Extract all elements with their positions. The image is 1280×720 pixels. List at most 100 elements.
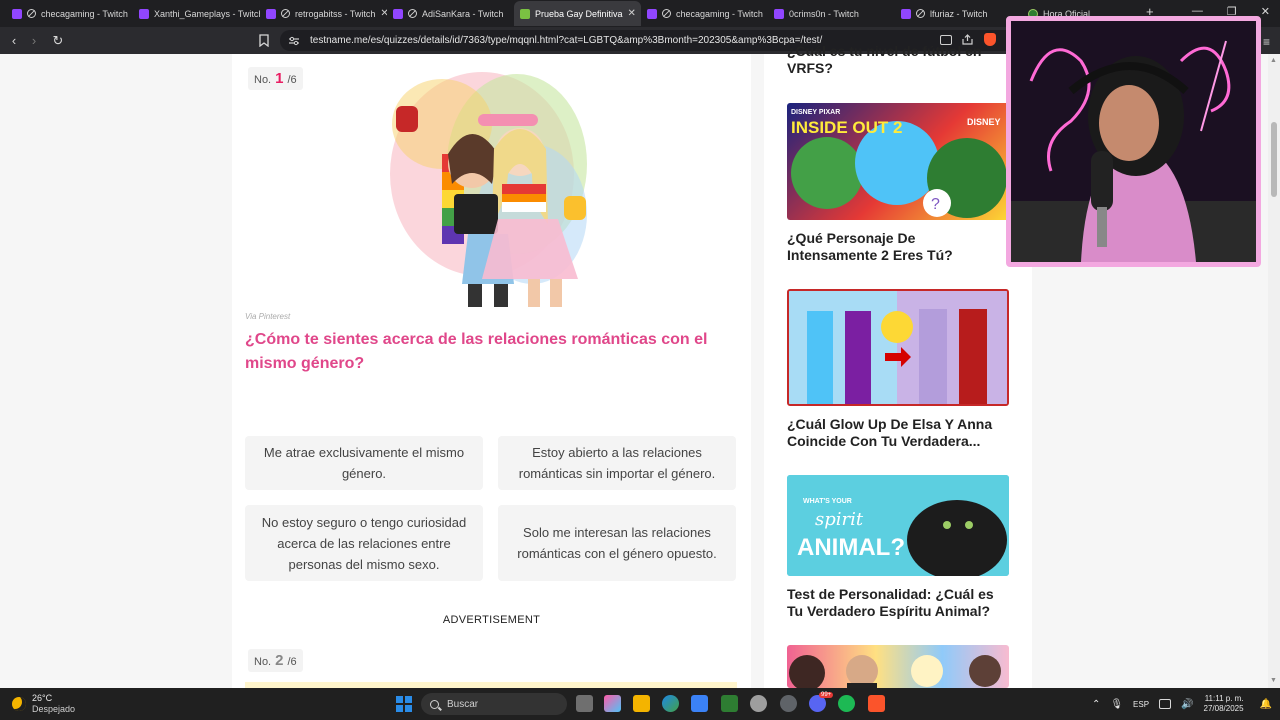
question-number: No. 1 /6	[248, 67, 303, 90]
weather-widget[interactable]: 26°C Despejado	[12, 693, 75, 715]
related-quiz-thumbnail-1[interactable]: ? DISNEY PIXAR INSIDE OUT 2 DISNEY	[787, 103, 1009, 220]
answer-option-3[interactable]: No estoy seguro o tengo curiosidad acerc…	[245, 505, 483, 581]
question-total: /6	[287, 656, 297, 668]
bookmark-icon[interactable]	[259, 34, 269, 47]
page-scrollbar[interactable]: ▲ ▼	[1268, 54, 1280, 688]
tab-adisankara[interactable]: AdiSanKara - Twitch	[387, 1, 514, 26]
answer-option-4[interactable]: Solo me interesan las relaciones románti…	[498, 505, 736, 581]
muted-speaker-icon[interactable]	[662, 9, 671, 18]
thumb-caption-line-1: WHAT'S YOUR	[803, 498, 852, 505]
muted-speaker-icon[interactable]	[281, 9, 290, 18]
muted-speaker-icon[interactable]	[27, 9, 36, 18]
question-index: 2	[275, 652, 284, 669]
forward-button[interactable]: ›	[24, 33, 44, 48]
thumb-caption-line-3: ANIMAL?	[797, 534, 905, 561]
twitch-icon	[774, 8, 784, 19]
copilot-icon[interactable]	[604, 695, 621, 712]
back-button[interactable]: ‹	[4, 33, 24, 48]
taskbar-date: 27/08/2025	[1203, 704, 1244, 713]
thumb-caption-title: INSIDE OUT 2	[791, 118, 902, 137]
close-window-button[interactable]: ✕	[1261, 5, 1270, 18]
microsoft-store-icon[interactable]	[691, 695, 708, 712]
brave-browser-icon[interactable]	[868, 695, 885, 712]
tab-label: checagaming - Twitch	[41, 8, 128, 19]
question-total: /6	[287, 74, 297, 86]
tab-retrogabitss[interactable]: retrogabitss - Twitch ✕	[260, 1, 387, 26]
tab-0crims0n[interactable]: 0crims0n - Twitch	[768, 1, 895, 26]
reload-button[interactable]: ↻	[48, 33, 68, 49]
question-index: 1	[275, 70, 284, 87]
muted-speaker-icon[interactable]	[408, 9, 417, 18]
question-text: ¿Cómo te sientes acerca de las relacione…	[245, 331, 708, 372]
microphone-icon[interactable]: 🎙	[1110, 699, 1123, 710]
question-prefix: No.	[254, 74, 272, 86]
network-icon[interactable]	[1159, 699, 1172, 709]
search-icon	[430, 699, 439, 709]
task-view-icon[interactable]	[576, 695, 593, 712]
tab-checagaming-2[interactable]: checagaming - Twitch	[641, 1, 768, 26]
file-explorer-icon[interactable]	[633, 695, 650, 712]
obs-icon[interactable]	[780, 695, 797, 712]
answer-option-1[interactable]: Me atrae exclusivamente el mismo género.	[245, 436, 483, 490]
thumb-caption-brand: DISNEY PIXAR	[791, 109, 840, 116]
tab-label: retrogabitss - Twitch	[295, 8, 376, 19]
related-quiz-title-2[interactable]: ¿Cuál Glow Up De Elsa Y Anna Coincide Co…	[787, 416, 1009, 450]
scroll-up-icon[interactable]: ▲	[1270, 57, 1277, 64]
tab-checagaming[interactable]: checagaming - Twitch	[6, 1, 133, 26]
elsa-anna-artwork	[789, 291, 1007, 404]
related-quiz-title-partial[interactable]: ¿Cuál es tu nivel de fútbol en VRFS?	[787, 43, 1009, 77]
taskbar-clock[interactable]: 11:11 p. m. 27/08/2025	[1204, 694, 1244, 714]
tab-label: checagaming - Twitch	[676, 8, 763, 19]
windows-start-icon[interactable]	[396, 696, 412, 712]
site-settings-icon[interactable]	[288, 36, 300, 46]
chevron-up-icon[interactable]: ⌃	[1092, 699, 1100, 710]
tab-xanthi[interactable]: Xanthi_Gameplays - Twitch	[133, 1, 260, 26]
notification-bell-icon[interactable]: 🔔	[1260, 699, 1272, 710]
twitch-icon	[266, 8, 276, 19]
spotify-icon[interactable]	[838, 695, 855, 712]
related-quiz-thumbnail-3[interactable]: WHAT'S YOUR spirit ANIMAL?	[787, 475, 1009, 576]
volume-icon[interactable]: 🔊	[1181, 699, 1193, 710]
language-indicator[interactable]: ESP	[1133, 700, 1149, 709]
close-tab-icon[interactable]: ✕	[628, 8, 636, 19]
tab-lfuriaz[interactable]: lfuriaz - Twitch	[895, 1, 1022, 26]
svg-text:?: ?	[931, 196, 940, 213]
tab-label: lfuriaz - Twitch	[930, 8, 988, 19]
settings-gear-icon[interactable]	[750, 695, 767, 712]
advertisement-label: ADVERTISEMENT	[442, 614, 541, 626]
tab-label: Prueba Gay Definitiva	[535, 8, 623, 19]
browser-menu-icon[interactable]: ≡	[1263, 35, 1270, 49]
answer-option-2[interactable]: Estoy abierto a las relaciones romántica…	[498, 436, 736, 490]
question-number-2: No. 2 /6	[248, 649, 303, 672]
weather-description: Despejado	[32, 704, 76, 714]
site-favicon-icon	[520, 8, 530, 19]
media-player-icon[interactable]	[721, 695, 738, 712]
twitch-icon	[393, 8, 403, 19]
system-tray: ⌃ 🎙 ESP 🔊 11:11 p. m. 27/08/2025 🔔	[1092, 688, 1280, 720]
scrollbar-thumb[interactable]	[1271, 122, 1277, 197]
scroll-down-icon[interactable]: ▼	[1270, 677, 1277, 684]
taskbar-search-box[interactable]: Buscar	[421, 693, 567, 715]
discord-notification-badge: 99+	[819, 692, 834, 698]
close-tab-icon[interactable]: ✕	[380, 8, 387, 19]
thumb-caption-brand-2: DISNEY	[967, 117, 1001, 127]
related-quiz-title-3[interactable]: Test de Personalidad: ¿Cuál es Tu Verdad…	[787, 586, 1009, 620]
muted-speaker-icon[interactable]	[916, 9, 925, 18]
taskbar-time: 11:11 p. m.	[1204, 694, 1244, 703]
related-quiz-thumbnail-2[interactable]	[787, 289, 1009, 406]
tab-prueba-gay[interactable]: Prueba Gay Definitiva ✕	[514, 1, 641, 26]
webcam-overlay	[1006, 16, 1261, 267]
twitch-icon	[12, 8, 22, 19]
related-quiz-title-1[interactable]: ¿Qué Personaje De Intensamente 2 Eres Tú…	[787, 230, 1009, 264]
related-quiz-thumbnail-4[interactable]	[787, 645, 1009, 688]
thumb-caption-line-2: spirit	[815, 509, 864, 530]
tab-label: 0crims0n - Twitch	[789, 8, 859, 19]
url-text: testname.me/es/quizzes/details/id/7363/t…	[310, 35, 823, 46]
edge-icon[interactable]	[662, 695, 679, 712]
tab-label: AdiSanKara - Twitch	[422, 8, 504, 19]
inside-out-artwork: ? DISNEY PIXAR INSIDE OUT 2 DISNEY	[791, 109, 1007, 218]
tab-label: Xanthi_Gameplays - Twitch	[154, 8, 260, 19]
spirit-animal-artwork: WHAT'S YOUR spirit ANIMAL?	[787, 475, 1009, 576]
quiz-illustration-image	[390, 72, 587, 307]
twitch-icon	[901, 8, 911, 19]
